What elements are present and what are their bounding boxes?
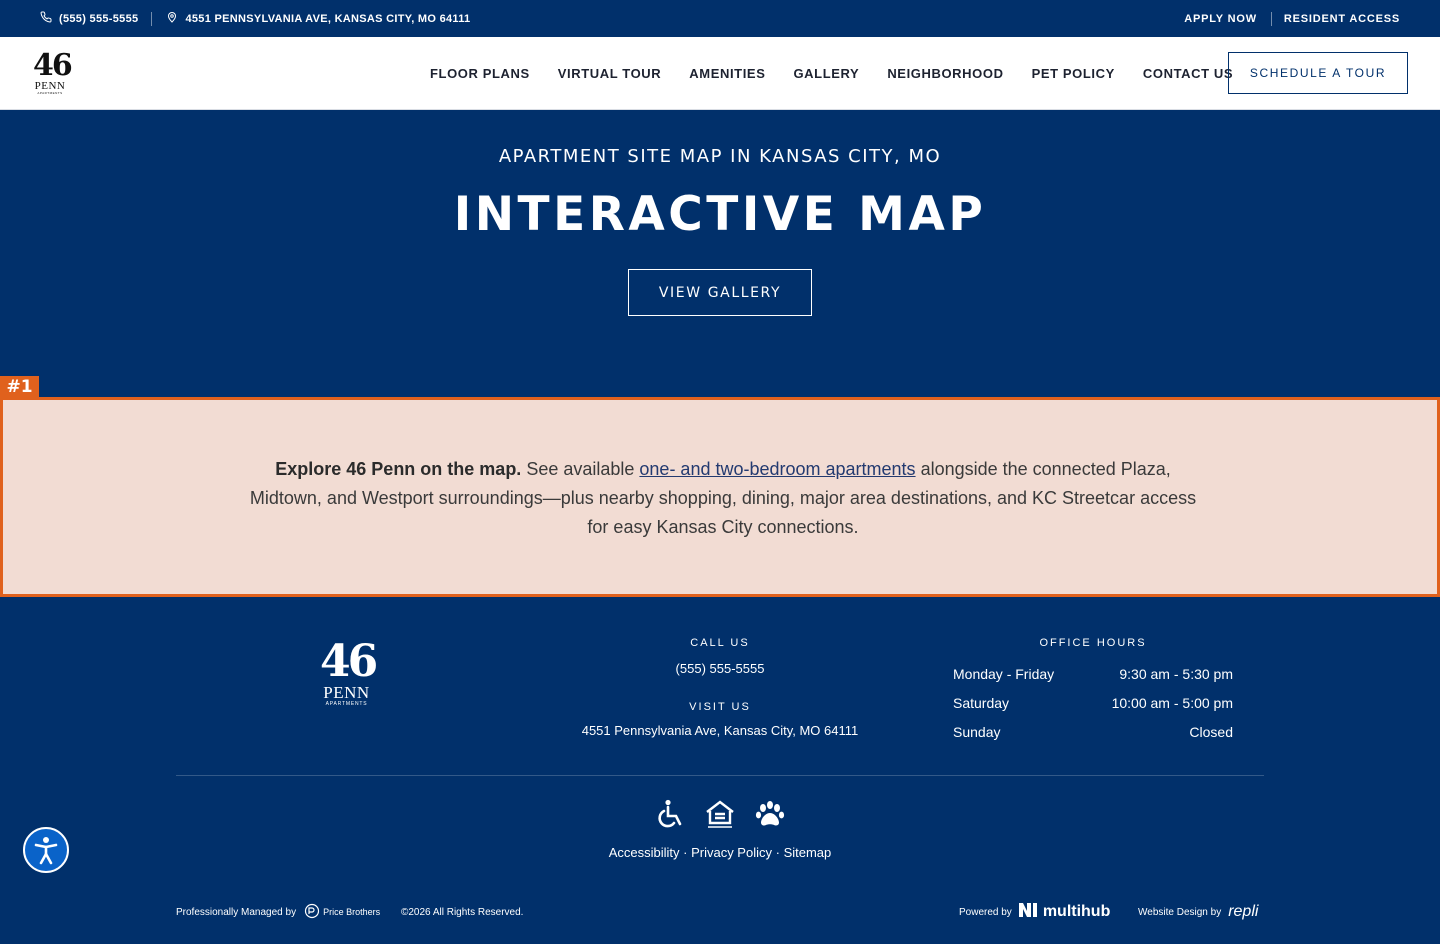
hero-eyebrow: APARTMENT SITE MAP IN KANSAS CITY, MO [498, 146, 942, 167]
design-by: Website Design by repli [1138, 903, 1258, 921]
equal-housing-icon [704, 798, 736, 830]
view-gallery-button[interactable]: VIEW GALLERY [628, 269, 812, 316]
intro-paragraph: Explore 46 Penn on the map. See availabl… [243, 455, 1203, 542]
multihub-name: multihub [1042, 903, 1111, 920]
main-header: 46 PENN APARTMENTS FLOOR PLANS VIRTUAL T… [0, 37, 1440, 110]
office-hours-table: Monday - Friday 9:30 am - 5:30 pm Saturd… [953, 662, 1233, 749]
nav-floor-plans[interactable]: FLOOR PLANS [430, 66, 530, 81]
nav-contact-us[interactable]: CONTACT US [1143, 66, 1233, 81]
footer-divider [176, 775, 1264, 776]
copyright: ©2026 All Rights Reserved. [401, 906, 524, 918]
powered-by-label: Powered by [959, 906, 1012, 918]
nav-amenities[interactable]: AMENITIES [689, 66, 765, 81]
logo-word: PENN [34, 80, 66, 92]
accessibility-link[interactable]: Accessibility [609, 845, 680, 860]
logo-number: 46 [33, 48, 73, 83]
managed-by-label: Professionally Managed by [176, 906, 297, 918]
price-brothers-logo[interactable]: Price Brothers [304, 903, 380, 921]
manager-name: Price Brothers [323, 907, 381, 917]
sitemap-link[interactable]: Sitemap [784, 845, 832, 860]
phone-link[interactable]: (555) 555-5555 [40, 11, 138, 26]
hours-day: Monday - Friday [953, 666, 1055, 682]
apartments-link[interactable]: one- and two-bedroom apartments [639, 459, 915, 479]
repli-logo[interactable]: repli [1228, 903, 1258, 921]
intro-lead: Explore 46 Penn on the map. [275, 459, 522, 479]
accessibility-icon [25, 837, 67, 875]
legal-separator: · [772, 845, 784, 860]
hours-row: Saturday 10:00 am - 5:00 pm [953, 691, 1233, 720]
price-brothers-icon [304, 903, 320, 921]
address-text: 4551 PENNSYLVANIA AVE, KANSAS CITY, MO 6… [185, 12, 471, 25]
footer-logo-sub: APARTMENTS [325, 701, 368, 707]
map-pin-icon [166, 11, 178, 26]
divider [151, 11, 153, 26]
address-link[interactable]: 4551 PENNSYLVANIA AVE, KANSAS CITY, MO 6… [166, 11, 470, 26]
main-nav: FLOOR PLANS VIRTUAL TOUR AMENITIES GALLE… [430, 37, 1261, 109]
hours-row: Sunday Closed [953, 720, 1233, 749]
nav-virtual-tour[interactable]: VIRTUAL TOUR [558, 66, 662, 81]
schedule-tour-button[interactable]: SCHEDULE A TOUR [1228, 52, 1408, 94]
call-us-heading: CALL US [690, 637, 750, 649]
site-logo[interactable]: 46 PENN APARTMENTS [33, 48, 73, 97]
powered-by: Powered by multihub [959, 902, 1111, 922]
office-hours-heading: OFFICE HOURS [1039, 637, 1147, 649]
nav-pet-policy[interactable]: PET POLICY [1032, 66, 1115, 81]
accessibility-widget-button[interactable] [23, 827, 69, 873]
hours-day: Saturday [953, 695, 1010, 711]
multihub-icon [1018, 902, 1039, 922]
compliance-icons [654, 797, 786, 831]
apply-now-link[interactable]: APPLY NOW [1184, 13, 1257, 25]
resident-access-link[interactable]: RESIDENT ACCESS [1284, 13, 1400, 25]
top-bar: (555) 555-5555 4551 PENNSYLVANIA AVE, KA… [0, 0, 1440, 37]
nav-gallery[interactable]: GALLERY [793, 66, 859, 81]
hours-row: Monday - Friday 9:30 am - 5:30 pm [953, 662, 1233, 691]
visit-us-heading: VISIT US [689, 701, 751, 713]
footer-address[interactable]: 4551 Pennsylvania Ave, Kansas City, MO 6… [540, 723, 900, 738]
top-bar-contact: (555) 555-5555 4551 PENNSYLVANIA AVE, KA… [40, 0, 470, 37]
logo-sub: APARTMENTS [37, 91, 63, 95]
phone-number: (555) 555-5555 [59, 12, 139, 25]
intro-text-before: See available [521, 459, 640, 479]
hours-time: Closed [1189, 724, 1233, 740]
footer-phone[interactable]: (555) 555-5555 [570, 661, 870, 676]
hours-time: 10:00 am - 5:00 pm [1111, 695, 1233, 711]
footer-logo-number: 46 [320, 636, 378, 687]
highlight-tag: #1 [0, 376, 39, 397]
page-title: INTERACTIVE MAP [453, 187, 987, 242]
footer-logo-word: PENN [323, 683, 370, 702]
legal-separator: · [679, 845, 692, 860]
hours-time: 9:30 am - 5:30 pm [1119, 666, 1233, 682]
footer-logo[interactable]: 46 PENN APARTMENTS [320, 636, 378, 712]
hours-day: Sunday [953, 724, 1001, 740]
intro-section: Explore 46 Penn on the map. See availabl… [0, 397, 1440, 597]
privacy-policy-link[interactable]: Privacy Policy [691, 845, 772, 860]
nav-neighborhood[interactable]: NEIGHBORHOOD [887, 66, 1003, 81]
hero-section: APARTMENT SITE MAP IN KANSAS CITY, MO IN… [0, 110, 1440, 397]
divider [1270, 11, 1272, 26]
multihub-logo[interactable]: multihub [1018, 902, 1111, 922]
phone-icon [40, 11, 52, 26]
managed-by: Professionally Managed by Price Brothers [176, 903, 380, 921]
wheelchair-icon [654, 798, 686, 830]
top-bar-links: APPLY NOW RESIDENT ACCESS [1184, 0, 1400, 37]
paw-icon [754, 798, 786, 830]
legal-links: Accessibility · Privacy Policy · Sitemap [0, 845, 1440, 860]
design-by-label: Website Design by [1138, 906, 1222, 918]
